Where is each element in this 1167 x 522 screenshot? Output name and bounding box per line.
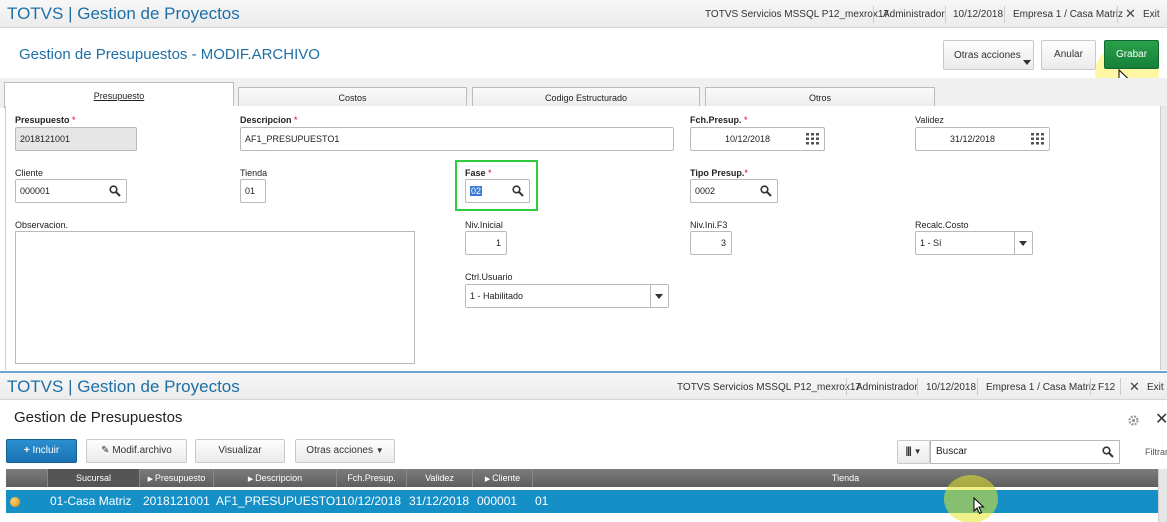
ctrl-usuario-select[interactable]: 1 - Habilitado [465, 284, 669, 308]
niv-ini-f3-label: Niv.Ini.F3 [690, 220, 728, 230]
other-actions-button[interactable]: Otras acciones ▼ [295, 439, 395, 463]
include-button[interactable]: + Incluir [6, 439, 77, 463]
tienda-field[interactable]: 01 [240, 179, 266, 203]
company-info: Empresa 1 / Casa Matriz [986, 382, 1097, 393]
columns-icon: ||| [905, 446, 911, 457]
tab-presupuesto[interactable]: Presupuesto [4, 82, 234, 109]
tipo-presup-label: Tipo Presup.* [690, 168, 748, 178]
pencil-icon: ✎ [101, 445, 113, 456]
server-info: TOTVS Servicios MSSQL P12_mexrox17 [705, 9, 889, 20]
gear-icon[interactable] [1127, 414, 1140, 427]
other-actions-button[interactable]: Otras acciones [943, 40, 1034, 70]
tab-bar: Presupuesto Costos Codigo Estructurado O… [0, 78, 1167, 109]
table-cell: 31/12/2018 [409, 494, 470, 508]
app-title: TOTVS | Gestion de Proyectos [7, 4, 240, 23]
chevron-down-icon: ▼ [913, 447, 922, 456]
niv-inicial-label: Niv.Inicial [465, 220, 503, 230]
recalc-costo-select[interactable]: 1 - Sí [915, 231, 1033, 255]
fase-label: Fase * [465, 168, 492, 178]
observacion-label: Observacion. [15, 220, 69, 230]
niv-inicial-field[interactable]: 1 [465, 231, 507, 255]
descripcion-field[interactable]: AF1_PRESUPUESTO1 [240, 127, 674, 151]
column-header[interactable]: Tienda [533, 469, 1158, 487]
search-input[interactable]: Buscar [930, 440, 1120, 464]
ctrl-usuario-label: Ctrl.Usuario [465, 272, 513, 282]
app-title: TOTVS | Gestion de Proyectos [7, 377, 240, 396]
vertical-scrollbar[interactable] [1160, 106, 1167, 370]
cliente-label: Cliente [15, 168, 44, 178]
search-icon[interactable] [109, 185, 121, 197]
chevron-down-icon [655, 294, 663, 299]
chevron-down-icon: ▼ [375, 446, 384, 455]
filter-link[interactable]: Filtrar [1145, 447, 1167, 457]
company-info: Empresa 1 / Casa Matriz [1013, 9, 1124, 20]
browse-title: Gestion de Presupuestos [14, 409, 183, 426]
column-header[interactable]: Fch.Presup. [337, 469, 407, 487]
table-cell: 01-Casa Matriz [50, 494, 132, 508]
descripcion-label: Descripcion * [240, 115, 298, 125]
column-header[interactable]: Validez [407, 469, 473, 487]
table-cell: AF1_PRESUPUESTO1 [216, 494, 342, 508]
save-button[interactable]: Grabar [1104, 40, 1159, 69]
date-info: 10/12/2018 [926, 382, 977, 393]
user-info: Administrador [856, 382, 918, 393]
niv-ini-f3-field[interactable]: 3 [690, 231, 732, 255]
search-icon[interactable] [1102, 446, 1114, 458]
validez-label: Validez [915, 115, 944, 125]
exit-link[interactable]: Exit [1143, 9, 1160, 20]
fch-presup-field[interactable]: 10/12/2018 [690, 127, 825, 151]
chevron-down-icon [1023, 60, 1031, 65]
column-header[interactable]: Sucursal [48, 469, 140, 487]
chevron-down-icon [1019, 241, 1027, 246]
cursor-highlight [944, 475, 998, 522]
column-header[interactable]: ▶ Descripcion [214, 469, 337, 487]
close-icon[interactable]: ✕ [1155, 409, 1167, 429]
user-info: Administrador [883, 9, 945, 20]
tienda-label: Tienda [240, 168, 268, 178]
search-icon[interactable] [512, 185, 524, 197]
table-cell: 01 [535, 494, 549, 508]
search-icon[interactable] [760, 185, 772, 197]
top-bar: TOTVS | Gestion de Proyectos TOTVS Servi… [0, 0, 1167, 28]
mouse-cursor-icon [973, 497, 985, 515]
table-cell: 2018121001 [143, 494, 210, 508]
edit-window: TOTVS | Gestion de Proyectos TOTVS Servi… [0, 0, 1167, 370]
observacion-textarea[interactable] [15, 231, 415, 364]
date-info: 10/12/2018 [953, 9, 1004, 20]
close-icon[interactable]: ✕ [1129, 379, 1140, 395]
calendar-icon[interactable] [1031, 133, 1044, 145]
vertical-scrollbar[interactable] [1158, 469, 1167, 522]
server-info: TOTVS Servicios MSSQL P12_mexrox17 [677, 382, 861, 393]
modify-button[interactable]: ✎ Modif.archivo [86, 439, 187, 463]
validez-field[interactable]: 31/12/2018 [915, 127, 1050, 151]
presupuesto-label: Presupuesto * [15, 115, 76, 125]
column-header[interactable]: ▶ Presupuesto [140, 469, 214, 487]
calendar-icon[interactable] [806, 133, 819, 145]
fch-presup-label: Fch.Presup. * [690, 115, 748, 125]
recalc-costo-label: Recalc.Costo [915, 220, 969, 230]
page-title: Gestion de Presupuestos - MODIF.ARCHIVO [19, 46, 320, 63]
f12-key[interactable]: F12 [1098, 382, 1115, 393]
top-bar: TOTVS | Gestion de Proyectos TOTVS Servi… [0, 373, 1167, 400]
view-button[interactable]: Visualizar [195, 439, 285, 463]
status-icon [10, 497, 20, 507]
close-icon[interactable]: ✕ [1125, 6, 1136, 22]
column-header[interactable]: ▶ Cliente [473, 469, 533, 487]
exit-link[interactable]: Exit [1147, 382, 1164, 393]
table-cell: 10/12/2018 [341, 494, 402, 508]
table-cell: 000001 [477, 494, 518, 508]
view-mode-button[interactable]: ||| ▼ [897, 440, 930, 464]
presupuesto-field[interactable]: 2018121001 [15, 127, 137, 151]
browse-window: TOTVS | Gestion de Proyectos TOTVS Servi… [0, 371, 1167, 522]
cancel-button[interactable]: Anular [1041, 40, 1096, 70]
